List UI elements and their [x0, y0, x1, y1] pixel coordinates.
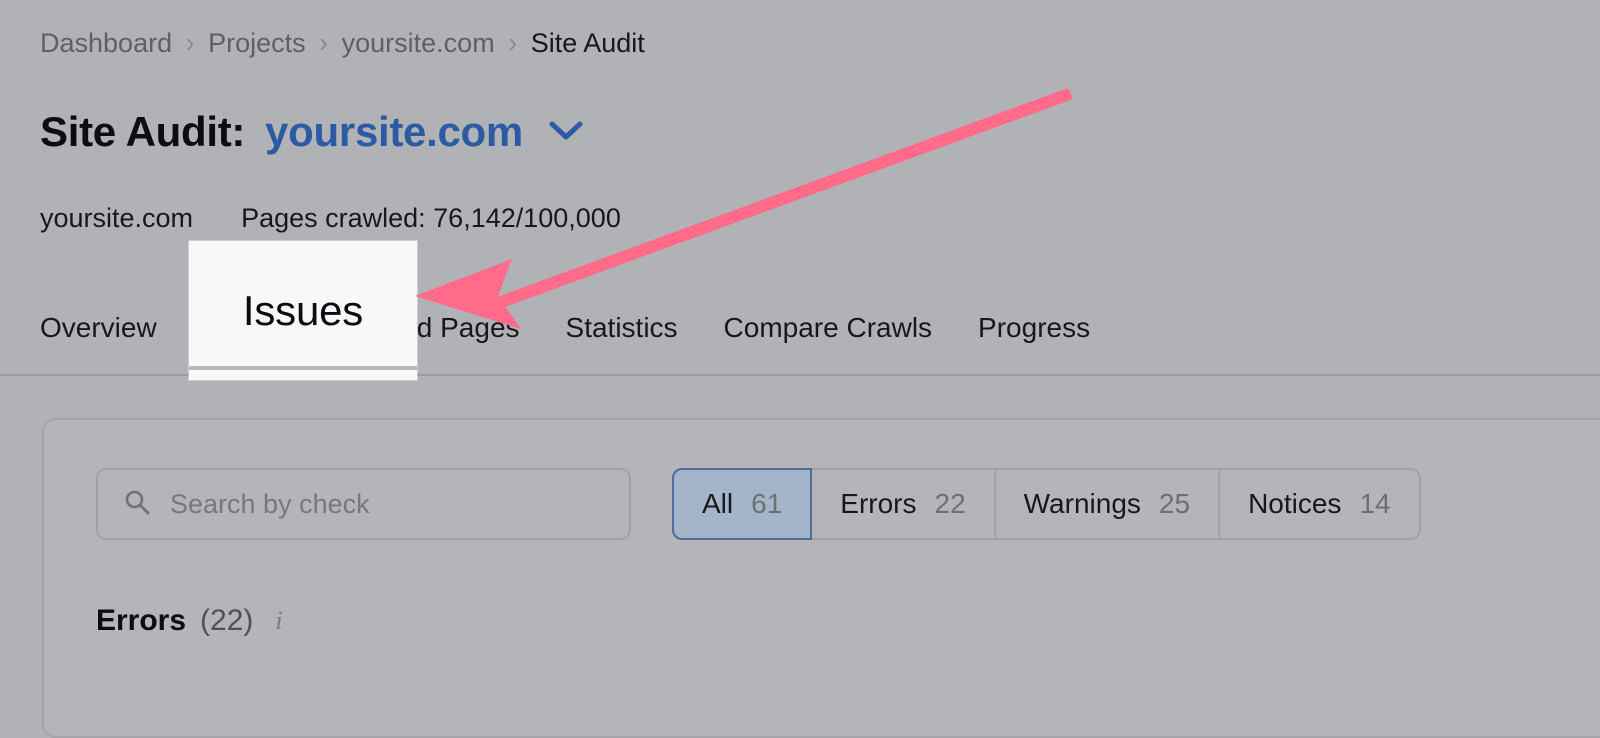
tab-compare-crawls[interactable]: Compare Crawls: [724, 314, 933, 342]
filter-all[interactable]: All 61: [672, 468, 813, 540]
breadcrumb: Dashboard › Projects › yoursite.com › Si…: [40, 27, 645, 59]
breadcrumb-item-yoursite[interactable]: yoursite.com: [342, 30, 495, 57]
errors-section-count: (22): [200, 604, 254, 637]
issue-filter-group: All 61 Errors 22 Warnings 25 Notices 14: [672, 468, 1421, 540]
filter-errors-count: 22: [934, 488, 966, 519]
breadcrumb-separator-icon: ›: [186, 27, 195, 59]
breadcrumb-separator-icon: ›: [508, 27, 517, 59]
breadcrumb-item-projects[interactable]: Projects: [208, 30, 306, 57]
project-selector-label[interactable]: yoursite.com: [265, 108, 523, 156]
chevron-down-icon[interactable]: [547, 118, 585, 142]
breadcrumb-item-site-audit[interactable]: Site Audit: [531, 30, 645, 57]
errors-section-header: Errors (22) i: [96, 606, 283, 636]
filter-warnings-count: 25: [1158, 488, 1191, 519]
page-title-label: Site Audit:: [40, 108, 246, 155]
search-placeholder: Search by check: [170, 488, 370, 519]
tab-progress[interactable]: Progress: [978, 314, 1090, 342]
search-icon: [122, 487, 152, 522]
filter-notices-label: Notices: [1248, 488, 1342, 519]
filter-all-label: All: [702, 488, 734, 519]
filter-warnings[interactable]: Warnings 25: [995, 468, 1221, 540]
issues-panel: Search by check All 61 Errors 22 Warning…: [42, 418, 1600, 738]
issues-callout-label: Issues: [242, 286, 364, 334]
tab-overview[interactable]: Overview: [40, 314, 157, 342]
info-icon[interactable]: i: [275, 608, 282, 634]
filter-notices-count: 14: [1359, 488, 1391, 519]
issues-highlight-callout: Issues: [189, 241, 417, 380]
tab-statistics[interactable]: Statistics: [566, 314, 678, 342]
errors-section-title: Errors: [96, 604, 187, 637]
filter-warnings-label: Warnings: [1023, 488, 1141, 519]
page-title: Site Audit: yoursite.com: [40, 108, 585, 156]
callout-underline: [189, 366, 417, 370]
filter-notices[interactable]: Notices 14: [1220, 468, 1421, 540]
meta-domain: yoursite.com: [40, 203, 194, 233]
breadcrumb-item-dashboard[interactable]: Dashboard: [40, 30, 172, 57]
breadcrumb-separator-icon: ›: [319, 27, 328, 59]
filter-errors-label: Errors: [840, 488, 917, 519]
meta-pages-crawled: Pages crawled: 76,142/100,000: [241, 203, 621, 233]
filter-all-count: 61: [751, 488, 783, 519]
filter-errors[interactable]: Errors 22: [812, 468, 996, 540]
search-input[interactable]: Search by check: [96, 468, 631, 540]
audit-meta: yoursite.com Pages crawled: 76,142/100,0…: [40, 203, 621, 234]
